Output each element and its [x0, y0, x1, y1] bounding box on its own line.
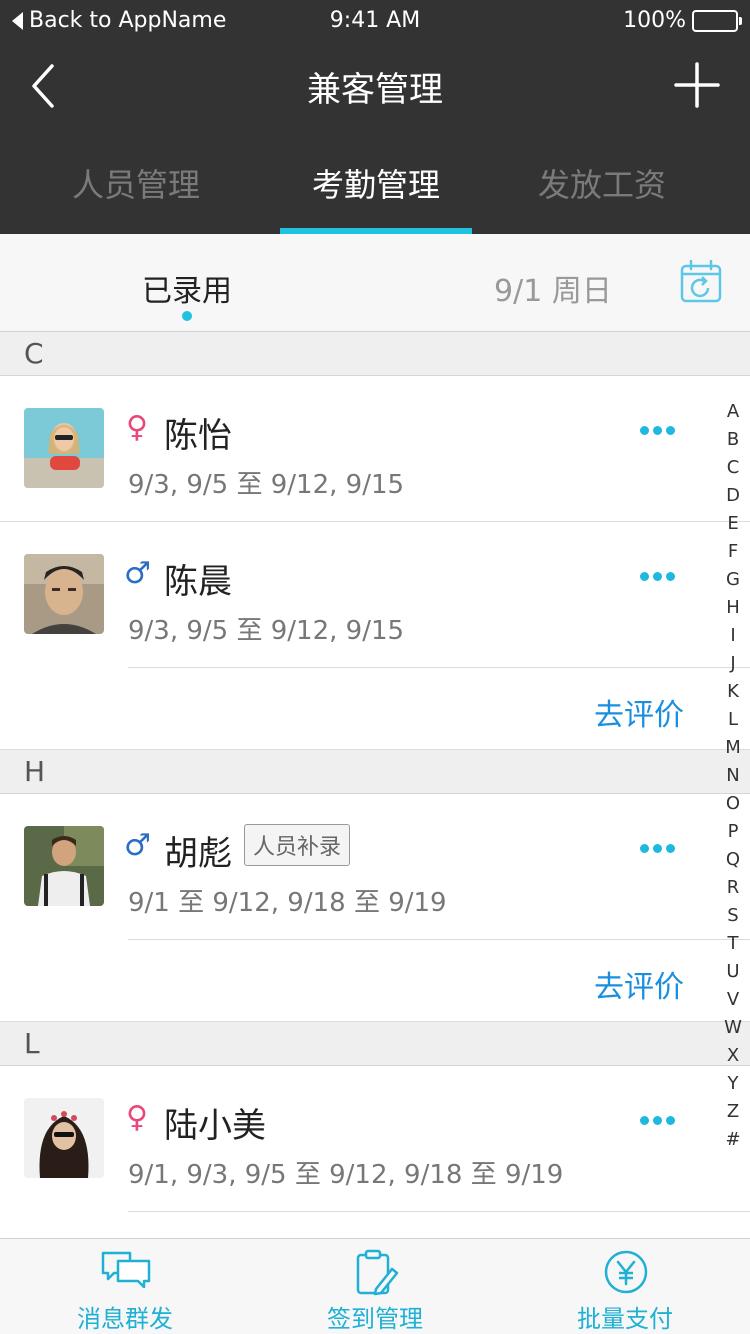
tab-personnel[interactable]: 人员管理: [16, 160, 256, 206]
female-icon: ♀: [126, 410, 148, 445]
person-card[interactable]: ♀ 陈怡 9/3, 9/5 至 9/12, 9/15: [0, 376, 750, 522]
batch-pay-label: 批量支付: [577, 1305, 673, 1333]
index-letter[interactable]: Y: [718, 1070, 748, 1098]
index-letter[interactable]: T: [718, 930, 748, 958]
person-name: 胡彪: [164, 834, 232, 874]
index-letter[interactable]: B: [718, 426, 748, 454]
broadcast-button[interactable]: 消息群发: [0, 1239, 250, 1334]
chat-bubbles-icon: [101, 1251, 151, 1289]
tab-bar: 人员管理 考勤管理 发放工资: [0, 130, 750, 234]
hired-filter[interactable]: 已录用: [142, 266, 232, 310]
attendance-dates: 9/1 至 9/12, 9/18 至 9/19: [128, 888, 447, 918]
tab-payroll[interactable]: 发放工资: [482, 160, 722, 206]
more-options-icon[interactable]: [640, 1110, 680, 1125]
add-icon[interactable]: [672, 60, 722, 110]
index-letter[interactable]: G: [718, 566, 748, 594]
index-letter[interactable]: N: [718, 762, 748, 790]
index-letter[interactable]: #: [718, 1126, 748, 1154]
index-letter[interactable]: L: [718, 706, 748, 734]
filter-bar: 已录用 9/1 周日: [0, 234, 750, 332]
battery-status: 100%: [623, 8, 742, 33]
broadcast-label: 消息群发: [77, 1305, 173, 1333]
section-header-h: H: [0, 750, 750, 794]
header: Back to AppName 9:41 AM 100% 兼客管理 人员管理 考…: [0, 0, 750, 234]
index-letter[interactable]: P: [718, 818, 748, 846]
avatar: [24, 408, 104, 488]
review-link[interactable]: 去评价: [594, 690, 684, 734]
bottom-toolbar: 消息群发 签到管理 批量支付: [0, 1238, 750, 1334]
more-options-icon[interactable]: [640, 566, 680, 581]
index-letter[interactable]: J: [718, 650, 748, 678]
person-card[interactable]: ♂ 陈晨 9/3, 9/5 至 9/12, 9/15 去评价: [0, 522, 750, 750]
index-letter[interactable]: K: [718, 678, 748, 706]
clipboard-pen-icon: [356, 1249, 399, 1296]
index-letter[interactable]: U: [718, 958, 748, 986]
active-dot: [182, 311, 192, 321]
divider: [128, 1211, 750, 1212]
male-icon: ♂: [124, 556, 151, 591]
batch-pay-button[interactable]: 批量支付: [500, 1239, 750, 1334]
index-letter[interactable]: I: [718, 622, 748, 650]
attendance-dates: 9/1, 9/3, 9/5 至 9/12, 9/18 至 9/19: [128, 1160, 564, 1190]
section-header-l: L: [0, 1022, 750, 1066]
index-letter[interactable]: O: [718, 790, 748, 818]
more-options-icon[interactable]: [640, 420, 680, 435]
index-letter[interactable]: V: [718, 986, 748, 1014]
female-icon: ♀: [126, 1100, 148, 1135]
battery-icon: [692, 9, 742, 32]
calendar-refresh-icon[interactable]: [680, 260, 722, 304]
battery-percent: 100%: [623, 8, 686, 33]
index-letter[interactable]: E: [718, 510, 748, 538]
checkin-label: 签到管理: [327, 1305, 423, 1333]
index-letter[interactable]: Z: [718, 1098, 748, 1126]
avatar: [24, 1098, 104, 1178]
index-letter[interactable]: Q: [718, 846, 748, 874]
person-name: 陈怡: [164, 416, 232, 456]
index-letter[interactable]: C: [718, 454, 748, 482]
section-header-c: C: [0, 332, 750, 376]
avatar: [24, 826, 104, 906]
index-letter[interactable]: W: [718, 1014, 748, 1042]
review-link[interactable]: 去评价: [594, 962, 684, 1006]
status-bar: Back to AppName 9:41 AM 100%: [0, 0, 750, 44]
tab-attendance[interactable]: 考勤管理: [256, 160, 496, 206]
person-name: 陆小美: [164, 1106, 266, 1146]
checkin-button[interactable]: 签到管理: [250, 1239, 500, 1334]
person-name: 陈晨: [164, 562, 232, 602]
index-letter[interactable]: A: [718, 398, 748, 426]
index-letter[interactable]: R: [718, 874, 748, 902]
male-icon: ♂: [124, 828, 151, 863]
supplement-tag: 人员补录: [244, 824, 351, 866]
attendance-dates: 9/3, 9/5 至 9/12, 9/15: [128, 470, 405, 500]
divider: [128, 667, 750, 668]
page-title: 兼客管理: [307, 70, 443, 110]
more-options-icon[interactable]: [640, 838, 680, 853]
index-letter[interactable]: F: [718, 538, 748, 566]
avatar: [24, 554, 104, 634]
index-letter[interactable]: D: [718, 482, 748, 510]
index-letter[interactable]: X: [718, 1042, 748, 1070]
nav-bar: 兼客管理: [0, 44, 750, 130]
index-letter[interactable]: H: [718, 594, 748, 622]
index-letter[interactable]: S: [718, 902, 748, 930]
attendance-dates: 9/3, 9/5 至 9/12, 9/15: [128, 616, 405, 646]
index-letter[interactable]: M: [718, 734, 748, 762]
alphabet-index[interactable]: A B C D E F G H I J K L M N O P Q R S T …: [718, 398, 748, 1154]
selected-date[interactable]: 9/1 周日: [494, 266, 612, 310]
yen-coin-icon: [604, 1250, 648, 1294]
divider: [128, 939, 750, 940]
person-card[interactable]: ♂ 胡彪 人员补录 9/1 至 9/12, 9/18 至 9/19 去评价: [0, 794, 750, 1022]
person-card[interactable]: ♀ 陆小美 9/1, 9/3, 9/5 至 9/12, 9/18 至 9/19: [0, 1066, 750, 1238]
